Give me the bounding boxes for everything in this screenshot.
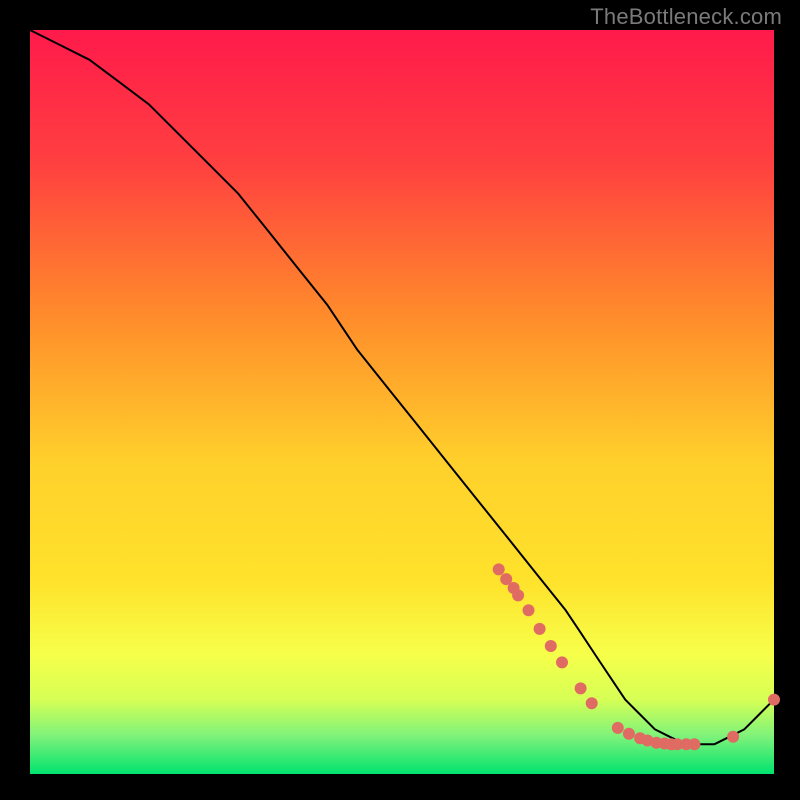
plot-area [30,30,774,774]
marker-point [523,604,535,616]
marker-point [768,694,780,706]
marker-point [556,656,568,668]
marker-point [534,623,546,635]
marker-point [688,738,700,750]
marker-point [512,589,524,601]
marker-point [623,728,635,740]
marker-point [612,722,624,734]
marker-point [575,682,587,694]
marker-point [545,640,557,652]
marker-point [586,697,598,709]
bottleneck-chart [0,0,800,800]
marker-point [727,731,739,743]
chart-stage: TheBottleneck.com [0,0,800,800]
marker-point [493,563,505,575]
watermark-text: TheBottleneck.com [590,4,782,30]
